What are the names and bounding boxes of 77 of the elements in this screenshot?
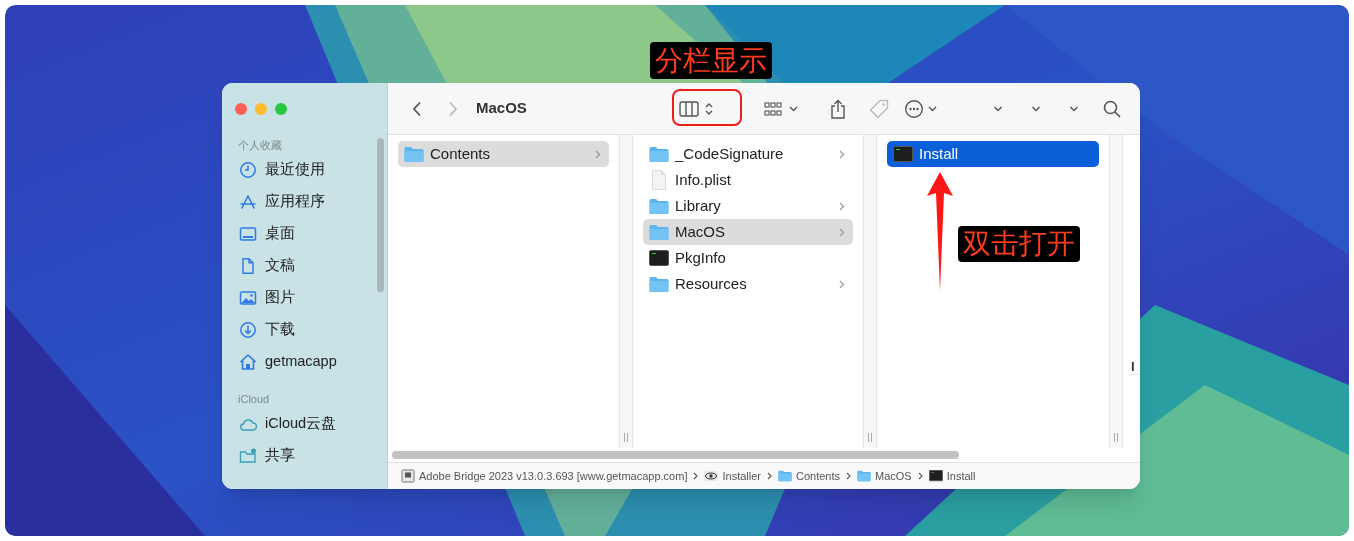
eye-icon bbox=[704, 471, 719, 481]
close-button[interactable] bbox=[235, 103, 247, 115]
search-icon[interactable] bbox=[1103, 99, 1121, 118]
folder-icon bbox=[649, 146, 669, 162]
desktop-icon bbox=[239, 225, 257, 243]
window-title: MacOS bbox=[476, 98, 528, 119]
sidebar-item[interactable]: 最近使用 bbox=[222, 154, 387, 186]
document-icon bbox=[239, 257, 257, 275]
file-row[interactable]: Resources bbox=[643, 271, 853, 297]
preview-label: I bbox=[1131, 360, 1135, 373]
file-row[interactable]: Info.plist bbox=[643, 167, 853, 193]
chevron-right-icon bbox=[693, 472, 699, 480]
grid-view-icon[interactable] bbox=[764, 100, 800, 117]
file-row[interactable]: Contents bbox=[398, 141, 609, 167]
chevron-right-icon bbox=[839, 227, 845, 237]
resize-handle-icon[interactable] bbox=[623, 433, 629, 442]
highlight-frame bbox=[672, 89, 742, 126]
sidebar-item[interactable]: 桌面 bbox=[222, 218, 387, 250]
scrollbar-thumb[interactable] bbox=[377, 138, 384, 292]
folder-icon bbox=[404, 146, 424, 162]
file-row[interactable]: Library bbox=[643, 193, 853, 219]
section-header: iCloud bbox=[237, 392, 271, 407]
zoom-button[interactable] bbox=[275, 103, 287, 115]
house-icon bbox=[239, 353, 257, 371]
chevron-right-icon bbox=[839, 279, 845, 289]
minimize-button[interactable] bbox=[255, 103, 267, 115]
sidebar-item[interactable]: iCloud云盘 bbox=[222, 408, 387, 440]
file-row[interactable]: PkgInfo bbox=[643, 245, 853, 271]
forward-icon[interactable] bbox=[448, 100, 458, 117]
download-icon bbox=[239, 321, 257, 339]
resize-handle-icon[interactable] bbox=[1113, 433, 1119, 442]
sidebar-item[interactable]: 文稿 bbox=[222, 250, 387, 282]
share-icon[interactable] bbox=[830, 98, 846, 119]
folder-icon bbox=[649, 276, 669, 292]
horizontal-scrollbar-thumb[interactable] bbox=[392, 451, 959, 459]
file-row[interactable]: _CodeSignature bbox=[643, 141, 853, 167]
path-item[interactable]: Install bbox=[928, 467, 976, 485]
chevron-right-icon bbox=[595, 149, 601, 159]
sidebar-item[interactable]: 应用程序 bbox=[222, 186, 387, 218]
chevron-right-icon bbox=[917, 472, 923, 480]
file-row[interactable]: Install bbox=[887, 141, 1099, 167]
section-header: 个人收藏 bbox=[237, 138, 283, 153]
folder-icon bbox=[649, 224, 669, 240]
annotation-label: 分栏显示 bbox=[650, 42, 772, 79]
folder-icon bbox=[649, 198, 669, 214]
chevron-right-icon bbox=[846, 472, 851, 480]
chevron-down-icon[interactable] bbox=[1031, 104, 1041, 113]
back-icon[interactable] bbox=[412, 100, 422, 117]
sidebar-item[interactable]: 下载 bbox=[222, 314, 387, 346]
path-item[interactable]: Installer bbox=[704, 467, 761, 485]
document-icon bbox=[651, 170, 667, 190]
chevron-right-icon bbox=[839, 149, 845, 159]
annotation-label: 双击打开 bbox=[958, 226, 1080, 262]
sidebar-item[interactable]: getmacapp bbox=[222, 346, 387, 378]
clock-icon bbox=[239, 161, 257, 179]
terminal-icon bbox=[893, 146, 913, 162]
shared-folder-icon bbox=[239, 447, 257, 465]
chevron-right-icon bbox=[839, 201, 845, 211]
photo-icon bbox=[239, 289, 257, 307]
disk-image-icon bbox=[401, 469, 415, 483]
folder-icon bbox=[778, 470, 792, 482]
terminal-icon bbox=[649, 250, 669, 266]
file-row[interactable]: MacOS bbox=[643, 219, 853, 245]
path-item[interactable]: Adobe Bridge 2023 v13.0.3.693 [www.getmacapp.com] bbox=[401, 467, 688, 485]
sidebar-item[interactable]: 图片 bbox=[222, 282, 387, 314]
path-item[interactable]: Contents bbox=[778, 467, 840, 485]
chevron-down-icon[interactable] bbox=[993, 104, 1003, 113]
path-item[interactable]: MacOS bbox=[857, 467, 912, 485]
terminal-icon bbox=[928, 470, 943, 482]
chevron-right-icon bbox=[767, 472, 772, 480]
app-store-icon bbox=[239, 193, 257, 211]
tag-icon[interactable] bbox=[869, 98, 889, 119]
folder-icon bbox=[857, 470, 871, 482]
sidebar-item[interactable]: 共享 bbox=[222, 440, 387, 472]
more-icon[interactable] bbox=[904, 98, 939, 119]
resize-handle-icon[interactable] bbox=[867, 433, 873, 442]
chevron-down-icon[interactable] bbox=[1069, 104, 1079, 113]
